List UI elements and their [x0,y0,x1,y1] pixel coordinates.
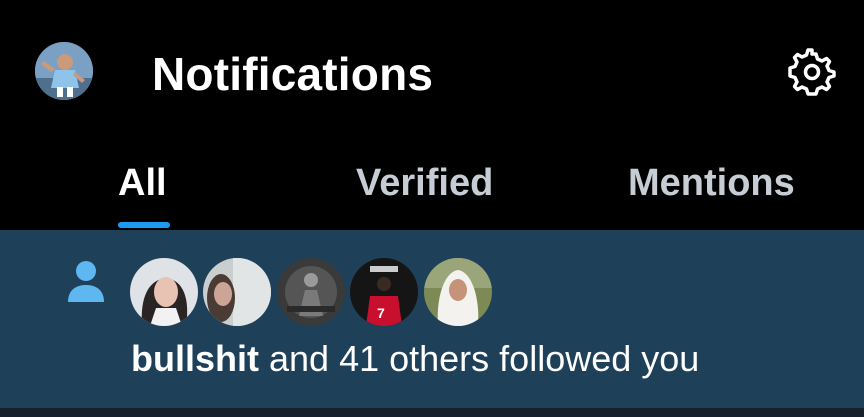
notification-message: and 41 others followed you [259,338,700,379]
header: Notifications [0,0,864,140]
gear-icon[interactable] [788,48,836,96]
follower-avatar-2[interactable] [203,258,271,326]
tab-verified[interactable]: Verified [356,158,493,208]
tab-bar: All Verified Mentions [0,140,864,230]
profile-avatar[interactable] [35,42,93,100]
tab-mentions[interactable]: Mentions [628,158,795,208]
follower-avatar-5[interactable] [424,258,492,326]
follower-avatar-4[interactable]: 7 [350,258,418,326]
page-title: Notifications [152,48,434,100]
divider [0,408,864,417]
svg-text:7: 7 [377,305,385,321]
notifications-screen: Notifications All Verified Mentions 7 bu… [0,0,864,417]
notification-user-name[interactable]: bullshit [131,338,259,379]
tab-all[interactable]: All [118,158,167,208]
notification-text: bullshit and 41 others followed you [131,334,699,384]
follower-avatar-3[interactable] [277,258,345,326]
person-icon [66,260,106,302]
follow-notification[interactable]: 7 bullshit and 41 others followed you [0,230,864,408]
follower-avatar-1[interactable] [130,258,198,326]
active-tab-indicator [118,222,170,228]
